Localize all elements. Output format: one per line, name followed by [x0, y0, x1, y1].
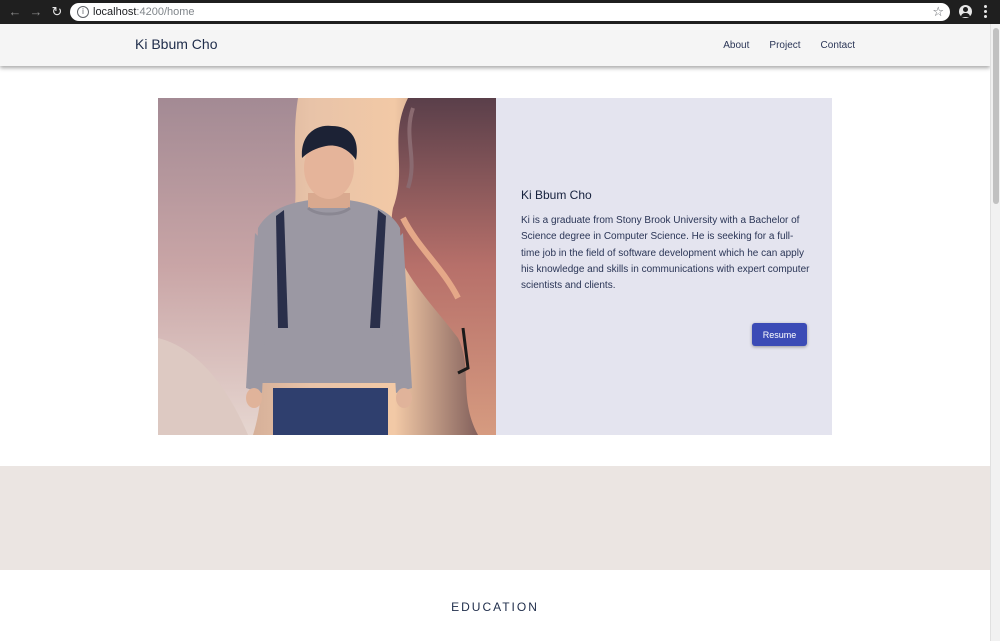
profile-name: Ki Bbum Cho [521, 188, 592, 202]
nav-link-about[interactable]: About [723, 40, 749, 51]
scrollbar[interactable] [990, 24, 1000, 641]
info-icon[interactable]: i [77, 6, 89, 18]
nav-link-project[interactable]: Project [769, 40, 800, 51]
more-menu-icon[interactable] [982, 4, 988, 20]
nav-links: About Project Contact [703, 40, 855, 51]
divider-band [0, 466, 990, 570]
forward-arrow-icon[interactable]: → [28, 4, 44, 20]
url-host: localhost [93, 6, 137, 18]
profile-photo [158, 98, 496, 435]
url-path: :4200/home [136, 6, 195, 18]
profile-bio: Ki is a graduate from Stony Brook Univer… [521, 215, 810, 292]
account-icon[interactable] [959, 5, 972, 18]
site-navbar: Ki Bbum Cho About Project Contact [0, 24, 990, 66]
nav-link-contact[interactable]: Contact [821, 40, 855, 51]
education-heading: EDUCATION [451, 600, 539, 614]
url-text[interactable]: localhost:4200/home [93, 5, 195, 19]
hero-section: Ki Bbum Cho Ki is a graduate from Stony … [158, 98, 832, 435]
reload-icon[interactable]: ↻ [49, 4, 65, 20]
site-brand[interactable]: Ki Bbum Cho [135, 36, 217, 52]
back-arrow-icon[interactable]: ← [7, 4, 23, 20]
browser-toolbar: ← → ↻ i localhost:4200/home ☆ [0, 0, 1000, 24]
star-icon[interactable]: ☆ [932, 4, 944, 20]
address-bar[interactable]: i localhost:4200/home ☆ [70, 3, 950, 21]
scrollbar-thumb[interactable] [993, 28, 999, 204]
page-viewport: Ki Bbum Cho About Project Contact Ki Bbu… [0, 24, 990, 641]
resume-button[interactable]: Resume [752, 323, 807, 346]
about-card: Ki Bbum Cho Ki is a graduate from Stony … [496, 98, 832, 435]
